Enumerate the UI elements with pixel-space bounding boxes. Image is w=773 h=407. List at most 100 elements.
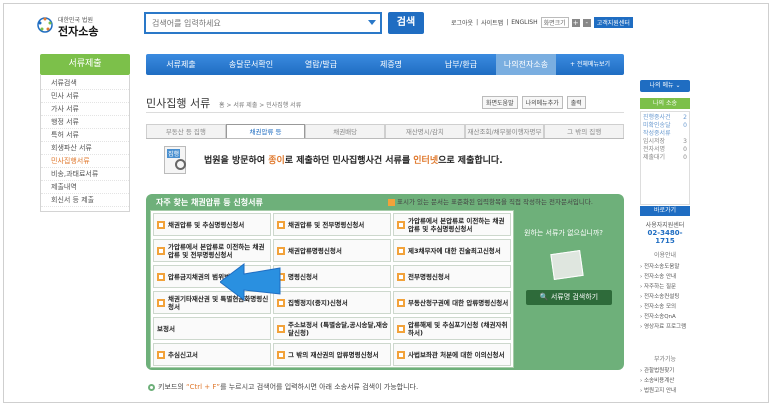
doc-link[interactable]: 사법보좌관 처분에 대한 이의신청서 [393,343,511,366]
tab[interactable]: 채권배당 [305,124,386,138]
guide-link[interactable]: › 영상자료 프로그램 [640,322,694,332]
my-lawsuit-header: 나의 소송 [640,98,690,109]
document-search-icon: 집행 [164,146,186,174]
doc-link[interactable]: 채권압류명령신청서 [273,239,391,262]
my-lawsuit-summary: 진행중사건 2 미확인송달 0 작성중서류 임시저장 3 전자서명 0 제출대기 0 [640,111,690,205]
e-doc-note: 표시가 있는 문서는 표준화된 입력항목을 직접 작성하는 전자문서입니다. [388,196,593,206]
page-title: 민사집행 서류 [146,97,211,110]
doc-link[interactable]: 주소보정서 (특별송달,공시송달,재송달신청) [273,317,391,340]
sidebar-item[interactable]: 가사 서류 [41,103,129,116]
summary-row[interactable]: 미확인송달 0 [643,122,687,130]
support-label: 사용자지원센터 [645,222,685,229]
tab[interactable]: 그 밖의 집행 [544,124,625,138]
summary-row[interactable]: 진행중사건 2 [643,114,687,122]
site-logo[interactable]: 대한민국 법원 전자소송 [36,14,116,38]
breadcrumb: 홈 > 서류 제출 > 민사집행 서류 [219,102,302,109]
extra-link[interactable]: › 관할법원찾기 [640,366,694,376]
menu-item[interactable]: 서류제출 [146,54,216,75]
search-button[interactable]: 검색 [388,12,424,34]
english-link[interactable]: ENGLISH [511,19,537,26]
dropdown-arrow-icon[interactable] [368,20,376,25]
guide-link[interactable]: › 전자소송도움말 [640,262,694,272]
e-doc-icon [397,324,405,333]
summary-row[interactable]: 작성중서류 [643,130,687,138]
help-button[interactable]: 화면도움말 [482,96,518,109]
doc-link[interactable]: 보정서 [153,317,271,340]
support-contact: 사용자지원센터 02-3480-1715 [640,220,690,245]
tab-bar: 부동산 등 집행 채권압류 등 채권배당 재산명시/감치 재산조회/채무불이행자… [146,124,625,139]
guide-link[interactable]: › 전자소송컨설팅 [640,292,694,302]
summary-row[interactable]: 제출대기 0 [643,154,687,162]
support-phone: 02-3480-1715 [647,229,683,245]
doc-link[interactable]: 압류해제 및 추심포기신청 (채권자취하서) [393,317,511,340]
browser-page: 대한민국 법원 전자소송 검색 로그아웃 | 사이트맵 | ENGLISH 화면… [3,3,769,403]
add-my-menu-button[interactable]: 나의메뉴추가 [521,96,563,109]
all-menu-button[interactable]: + 전체메뉴보기 [556,54,624,75]
intro-text: 법원을 방문하여 종이로 제출하던 민사집행사건 서류를 인터넷으로 제출합니다… [204,156,503,166]
e-doc-icon [157,298,165,307]
sidebar-item[interactable]: 제출내역 [41,181,129,194]
sidebar-item[interactable]: 서류검색 [41,77,129,90]
my-menu-button[interactable]: 나의 메뉴 ⌄ [640,80,690,92]
doc-link[interactable]: 집행정지(중지)신청서 [273,291,391,314]
guide-link[interactable]: › 전자소송QnA [640,312,694,322]
sidebar-item[interactable]: 비송,과태료서류 [41,168,129,181]
doc-link[interactable]: 부동산청구권에 대한 압류명령신청서 [393,291,511,314]
doc-grid: 채권압류 및 추심명령신청서 채권압류 및 전부명령신청서 가압류에서 본압류로… [150,210,514,368]
doc-link[interactable]: 가압류에서 본압류로 이전하는 채권압류 및 추심명령신청서 [393,213,511,236]
menu-item[interactable]: 열람/발급 [286,54,356,75]
menu-item[interactable]: 납부/환급 [426,54,496,75]
e-doc-icon [388,198,395,206]
doc-link[interactable]: 제3채무자에 대한 진술최고신청서 [393,239,511,262]
court-emblem-icon [37,17,53,33]
e-doc-icon [277,246,285,255]
doc-name-search-button[interactable]: 🔍 서류명 검색하기 [526,290,612,305]
page-tools: 화면도움말 나의메뉴추가 출력 [482,96,586,109]
doc-link[interactable]: 추심신고서 [153,343,271,366]
guide-link[interactable]: › 전자소송 안내 [640,272,694,282]
tab[interactable]: 재산조회/채무불이행자명부 [464,124,545,138]
doc-link[interactable]: 전부명령신청서 [393,265,511,288]
print-button[interactable]: 출력 [566,96,586,109]
extra-header: 부가기능 [653,356,677,363]
tab-active[interactable]: 채권압류 등 [225,124,306,138]
e-doc-icon [397,272,405,281]
sidebar-item-active[interactable]: 민사집행서류 [41,155,129,168]
menu-item[interactable]: 제증명 [356,54,426,75]
sidebar-item[interactable]: 행정 서류 [41,116,129,129]
frequent-docs-title: 자주 찾는 채권압류 등 신청서류 [156,198,263,207]
tab[interactable]: 재산명시/감치 [385,124,465,138]
guide-link[interactable]: › 전자소송 모의 [640,302,694,312]
extra-link[interactable]: › 소송비용계산 [640,376,694,386]
menu-item-active[interactable]: 나의전자소송 [496,54,556,75]
doc-link[interactable]: 그 밖의 재산권의 압류명령신청서 [273,343,391,366]
doc-link[interactable]: 가압류에서 본압류로 이전하는 채권압류 및 전부명령신청서 [153,239,271,262]
e-doc-icon [277,324,285,333]
sidebar-item[interactable]: 특허 서류 [41,129,129,142]
extra-link[interactable]: › 법원고지 안내 [640,386,694,396]
search-input[interactable] [146,14,351,32]
summary-row[interactable]: 임시저장 3 [643,138,687,146]
shortcut-header: 바로가기 [640,206,690,216]
guide-link[interactable]: › 자주하는 질문 [640,282,694,292]
sidebar-item[interactable]: 민사 서류 [41,90,129,103]
zoom-in-button[interactable]: + [571,18,580,27]
keyboard-tip: 키보드의 “Ctrl + F”를 누르시고 검색어를 입력하시면 아래 소송서류… [148,382,418,392]
e-doc-icon [397,298,405,307]
sidebar-item[interactable]: 회생파산 서류 [41,142,129,155]
doc-link[interactable]: 명령신청서 [273,265,391,288]
customer-center-button[interactable]: 고객지원센터 [593,17,633,28]
tab[interactable]: 부동산 등 집행 [146,124,226,138]
doc-link[interactable]: 채권압류 및 전부명령신청서 [273,213,391,236]
sitemap-link[interactable]: 사이트맵 [481,18,503,27]
icon-label: 집행 [167,149,181,158]
doc-link[interactable]: 채권압류 및 추심명령신청서 [153,213,271,236]
main-menu: 서류제출 송달문서확인 열람/발급 제증명 납부/환급 나의전자소송 + 전체메… [146,54,624,75]
e-doc-icon [277,220,285,229]
logout-link[interactable]: 로그아웃 [451,18,473,27]
sidebar-item[interactable]: 회신서 등 제출 [41,194,129,207]
e-doc-icon [277,350,285,359]
zoom-out-button[interactable]: - [582,18,591,27]
menu-item[interactable]: 송달문서확인 [216,54,286,75]
summary-row[interactable]: 전자서명 0 [643,146,687,154]
